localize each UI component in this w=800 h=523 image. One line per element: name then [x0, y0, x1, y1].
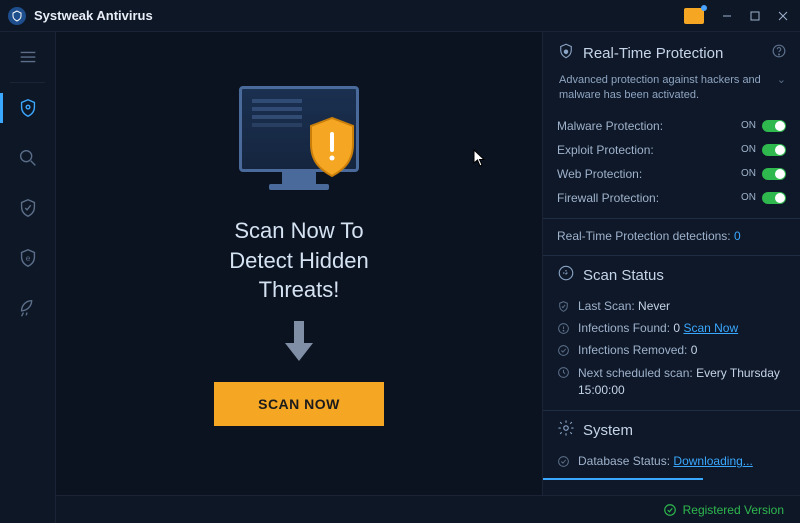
- title-bar: Systweak Antivirus: [0, 0, 800, 32]
- minimize-button[interactable]: [714, 4, 740, 28]
- system-title: System: [583, 422, 786, 439]
- scan-now-button[interactable]: SCAN NOW: [214, 382, 384, 426]
- sidebar: e: [0, 32, 56, 523]
- status-panel: i Real-Time Protection Advanced protecti…: [542, 32, 800, 495]
- chevron-down-icon: ⌄: [777, 73, 786, 88]
- last-scan-row: Last Scan: Never: [557, 295, 786, 317]
- infections-removed-row: Infections Removed: 0: [557, 339, 786, 361]
- close-button[interactable]: [770, 4, 796, 28]
- sidebar-item-privacy[interactable]: e: [0, 233, 55, 283]
- database-status-row: Database Status: Downloading...: [557, 450, 786, 472]
- app-title: Systweak Antivirus: [34, 8, 684, 23]
- toggle-malware-switch[interactable]: [762, 120, 786, 132]
- database-progress: [543, 478, 703, 480]
- maximize-button[interactable]: [742, 4, 768, 28]
- scan-status-icon: [557, 264, 575, 287]
- sidebar-item-protection[interactable]: [0, 183, 55, 233]
- toggle-firewall-switch[interactable]: [762, 192, 786, 204]
- infections-found-row: Infections Found: 0 Scan Now: [557, 317, 786, 339]
- sidebar-item-boost[interactable]: [0, 283, 55, 333]
- toggle-malware: Malware Protection: ON: [557, 114, 786, 138]
- footer: Registered Version: [56, 495, 800, 523]
- svg-text:e: e: [25, 254, 30, 263]
- scan-now-link[interactable]: Scan Now: [683, 321, 738, 335]
- app-logo-icon: [8, 7, 26, 25]
- shop-icon[interactable]: [684, 8, 704, 24]
- help-icon[interactable]: [772, 44, 786, 63]
- detections-row: Real-Time Protection detections: 0: [557, 227, 786, 247]
- shield-info-icon: i: [557, 42, 575, 65]
- toggle-exploit: Exploit Protection: ON: [557, 138, 786, 162]
- main-content: Scan Now To Detect Hidden Threats! SCAN …: [56, 32, 542, 495]
- arrow-down-icon: [281, 319, 317, 368]
- realtime-title: Real-Time Protection: [583, 45, 764, 62]
- next-scheduled-row: Next scheduled scan: Every Thursday 15:0…: [557, 361, 786, 403]
- toggle-exploit-switch[interactable]: [762, 144, 786, 156]
- scan-status-title: Scan Status: [583, 267, 786, 284]
- toggle-web-switch[interactable]: [762, 168, 786, 180]
- database-status-value: Downloading...: [673, 454, 752, 468]
- sidebar-item-scan[interactable]: [0, 133, 55, 183]
- scan-headline: Scan Now To Detect Hidden Threats!: [229, 216, 368, 305]
- registered-status: Registered Version: [663, 503, 784, 517]
- toggle-firewall: Firewall Protection: ON: [557, 186, 786, 210]
- toggle-web: Web Protection: ON: [557, 162, 786, 186]
- monitor-illustration: [224, 86, 374, 206]
- system-icon: [557, 419, 575, 442]
- advanced-protection-text[interactable]: Advanced protection against hackers and …: [557, 73, 786, 114]
- shield-warning-icon: [305, 116, 359, 178]
- sidebar-menu-icon[interactable]: [0, 32, 55, 82]
- sidebar-item-shield[interactable]: [0, 83, 55, 133]
